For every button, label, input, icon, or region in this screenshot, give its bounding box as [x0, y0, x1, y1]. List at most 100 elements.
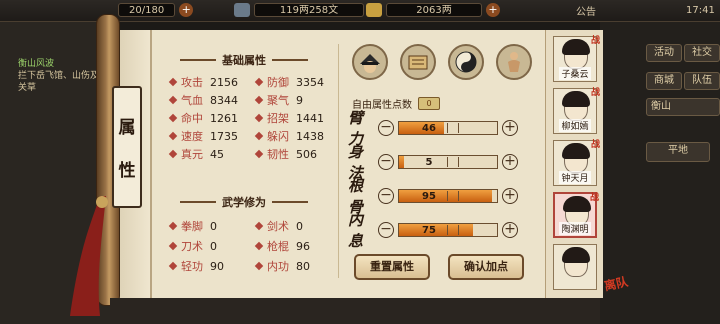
basic-attr-left-1: 气血 8344: [168, 92, 238, 108]
notice-button[interactable]: 公告: [576, 2, 596, 18]
diamond-icon: [168, 113, 178, 123]
hat-warrior-icon[interactable]: [352, 44, 388, 80]
party-member-card[interactable]: 钟天月 战: [553, 140, 600, 186]
diamond-icon: [168, 149, 178, 159]
attr-value: 0: [210, 239, 217, 253]
diamond-icon: [168, 221, 178, 231]
stamina-value: 20/180: [118, 3, 176, 17]
reset-attributes-button[interactable]: 重置属性: [354, 254, 430, 280]
alloc-bar[interactable]: 5: [398, 155, 498, 169]
clock: 17:41: [686, 2, 715, 18]
attr-label: 真元: [181, 148, 203, 161]
alloc-row-0: 臂力 −46 +: [348, 109, 522, 148]
decrease-button[interactable]: −: [378, 154, 394, 170]
attr-label: 剑术: [267, 220, 289, 233]
shop-button[interactable]: 商城: [646, 72, 682, 90]
attr-value: 0: [210, 219, 217, 233]
divider: [180, 59, 216, 61]
panel-divider: [338, 44, 339, 278]
attr-value: 96: [296, 239, 310, 253]
team-button[interactable]: 队伍: [684, 72, 720, 90]
party-member-card[interactable]: 子桑云 战: [553, 36, 600, 82]
attr-value: 1438: [296, 129, 324, 143]
hair: [562, 143, 590, 159]
quest-tracker[interactable]: 衡山风波 拦下岳飞馆、山伤及关草: [18, 58, 104, 94]
attr-value: 506: [296, 147, 317, 161]
silver-resource: 119两258文: [234, 2, 364, 18]
alloc-value: 75: [422, 225, 436, 236]
terrain-label: 平地: [646, 142, 710, 162]
activity-button[interactable]: 活动: [646, 44, 682, 62]
martial-attr-right-0: 剑术 0: [254, 218, 303, 234]
attr-value: 45: [210, 147, 224, 161]
alloc-row-3: 内息 − 75 +: [348, 211, 522, 250]
diamond-icon: [254, 113, 264, 123]
location-label: 衡山: [646, 98, 720, 116]
martial-section-label: 武学修为: [222, 196, 266, 209]
attr-label: 轻功: [181, 260, 203, 273]
decrease-button[interactable]: −: [378, 222, 394, 238]
martial-attr-left-2: 轻功 90: [168, 258, 224, 274]
member-name: 钟天月: [559, 171, 591, 184]
party-member-card[interactable]: 柳如嫣 战: [553, 88, 600, 134]
social-button[interactable]: 社交: [684, 44, 720, 62]
attr-value: 8344: [210, 93, 238, 107]
diamond-icon: [254, 241, 264, 251]
decrease-button[interactable]: −: [378, 188, 394, 204]
martial-attr-left-0: 拳脚 0: [168, 218, 217, 234]
martial-attr-right-1: 枪棍 96: [254, 238, 310, 254]
alloc-bar[interactable]: 46: [398, 121, 498, 135]
divider: [272, 59, 308, 61]
basic-attr-left-4: 真元 45: [168, 146, 224, 162]
notice-label: 公告: [576, 6, 596, 18]
silver-value: 119两258文: [254, 3, 364, 17]
diamond-icon: [254, 77, 264, 87]
diamond-icon: [168, 241, 178, 251]
increase-button[interactable]: +: [502, 154, 518, 170]
martial-section-title: 武学修为: [180, 194, 308, 210]
attr-value: 2156: [210, 75, 238, 89]
increase-button[interactable]: +: [502, 120, 518, 136]
attr-value: 3354: [296, 75, 324, 89]
increase-button[interactable]: +: [502, 222, 518, 238]
member-name: 陶渊明: [559, 222, 591, 235]
hair: [562, 247, 590, 263]
member-name: 子桑云: [559, 67, 591, 80]
muscle-figure-icon[interactable]: [496, 44, 532, 80]
free-points-value: 0: [418, 97, 440, 110]
diamond-icon: [254, 149, 264, 159]
diamond-icon: [168, 95, 178, 105]
alloc-bar[interactable]: 95: [398, 189, 498, 203]
basic-attr-right-1: 聚气 9: [254, 92, 303, 108]
yin-yang-icon[interactable]: [448, 44, 484, 80]
martial-attr-right-2: 内功 80: [254, 258, 310, 274]
attr-label: 命中: [181, 112, 203, 125]
basic-attr-right-3: 躲闪 1438: [254, 128, 324, 144]
gold-resource: 2063两 +: [366, 2, 500, 18]
attr-value: 0: [296, 219, 303, 233]
alloc-label: 内息: [348, 211, 364, 250]
battle-tag: 战: [590, 88, 600, 98]
bottom-toolbar: [110, 298, 600, 324]
scroll-book-icon[interactable]: [400, 44, 436, 80]
battle-tag: 战: [590, 140, 600, 150]
alloc-bar[interactable]: 75: [398, 223, 498, 237]
attr-value: 1261: [210, 111, 238, 125]
party-member-card[interactable]: 陶渊明 战: [553, 192, 599, 238]
battle-tag: 战: [589, 193, 599, 203]
alloc-row-2: 根骨 −95 +: [348, 177, 522, 216]
hair: [562, 39, 590, 55]
attr-value: 80: [296, 259, 310, 273]
party-member-card[interactable]: [553, 244, 597, 290]
divider: [272, 201, 308, 203]
increase-button[interactable]: +: [502, 188, 518, 204]
add-stamina-button[interactable]: +: [179, 3, 194, 17]
gold-icon: [366, 3, 382, 17]
confirm-allocation-button[interactable]: 确认加点: [448, 254, 524, 280]
quest-desc: 拦下岳飞馆、山伤及关草: [18, 71, 100, 93]
basic-attr-left-2: 命中 1261: [168, 110, 238, 126]
add-gold-button[interactable]: +: [486, 3, 500, 17]
alloc-row-1: 身法 −5 +: [348, 143, 522, 182]
hair: [562, 91, 590, 107]
decrease-button[interactable]: −: [378, 120, 394, 136]
